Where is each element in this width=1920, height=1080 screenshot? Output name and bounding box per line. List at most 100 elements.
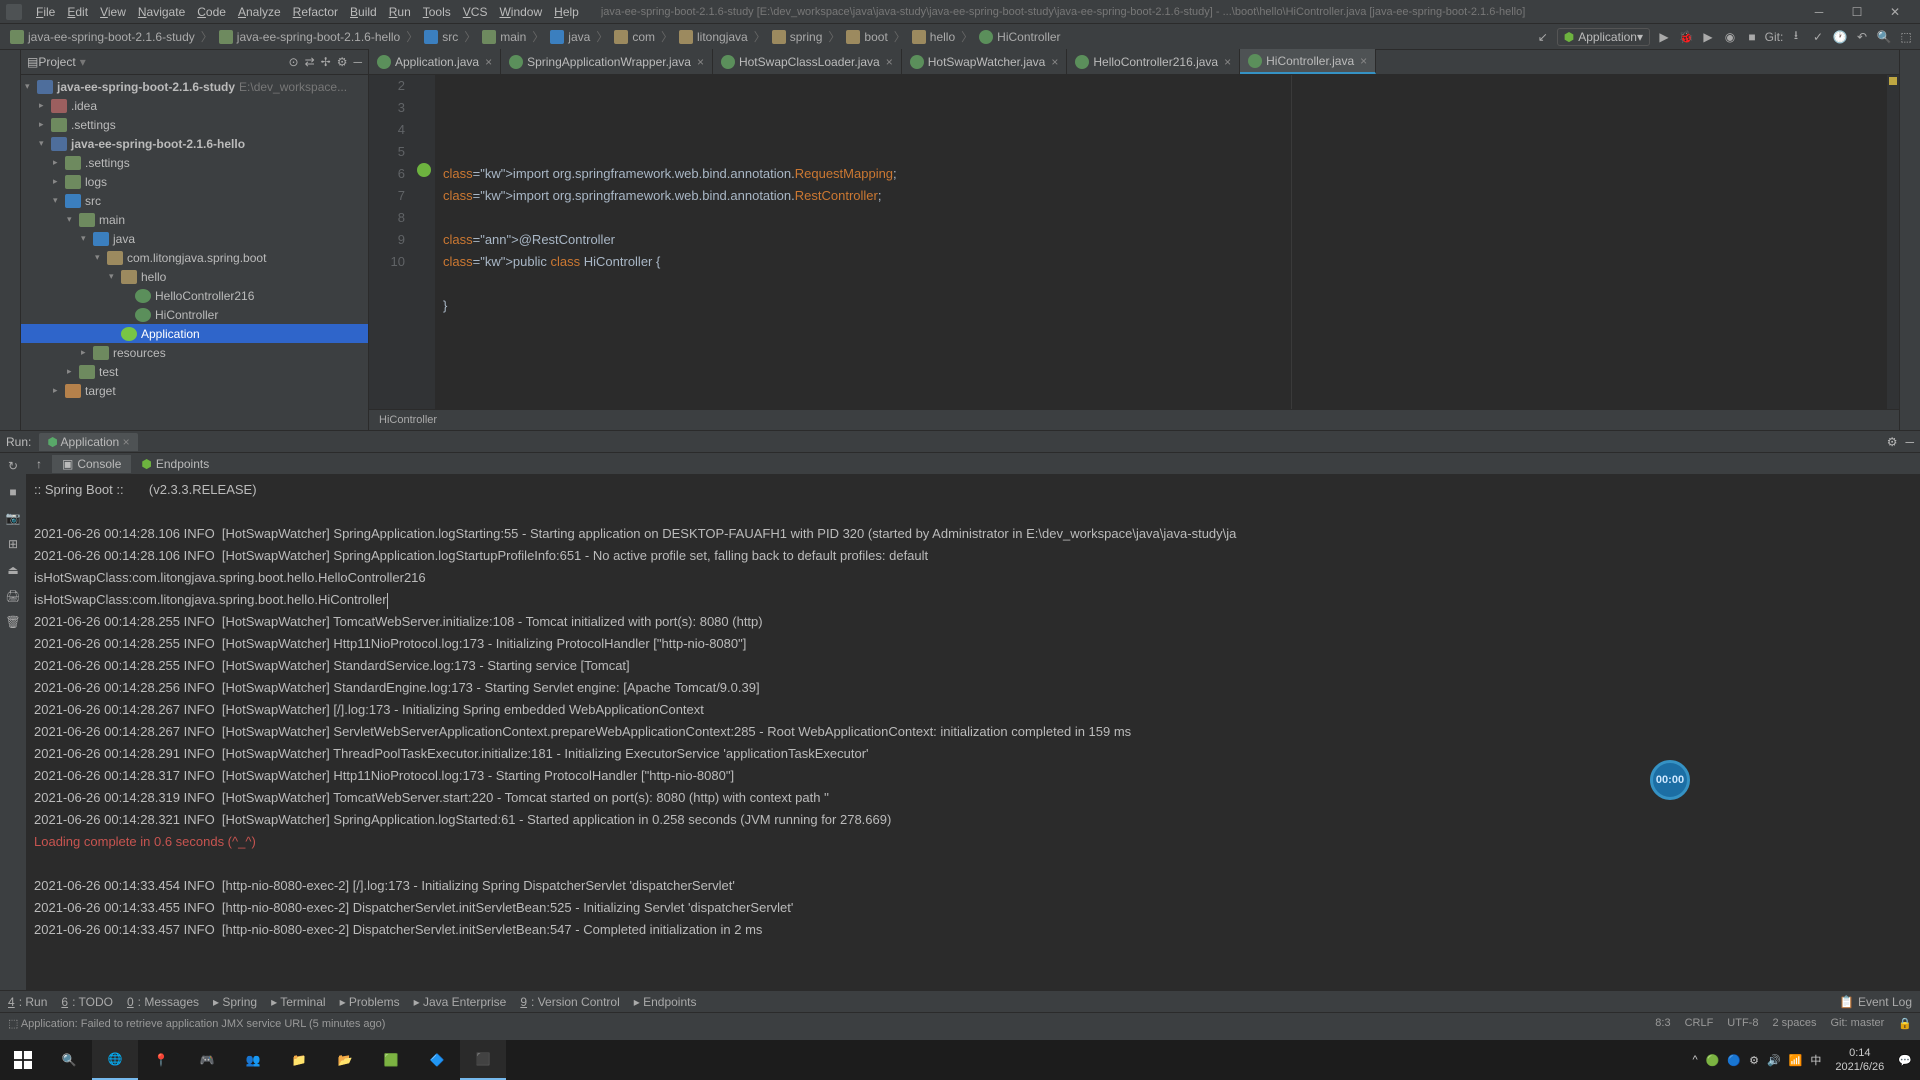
editor-tab-hellocontroller216-java[interactable]: HelloController216.java× — [1067, 49, 1240, 74]
breadcrumb-java-ee-spring-boot-2.1.6-study[interactable]: java-ee-spring-boot-2.1.6-study — [6, 30, 199, 44]
menu-navigate[interactable]: Navigate — [132, 5, 191, 19]
breadcrumb-hello[interactable]: hello — [908, 30, 959, 44]
minimize-button[interactable]: ─ — [1800, 5, 1838, 19]
breadcrumb-boot[interactable]: boot — [842, 30, 891, 44]
settings-icon[interactable]: ⚙ — [337, 55, 348, 69]
expand-arrow-icon[interactable]: ▾ — [25, 81, 37, 92]
menu-window[interactable]: Window — [493, 5, 548, 19]
close-button[interactable]: ✕ — [1876, 5, 1914, 19]
menu-edit[interactable]: Edit — [61, 5, 94, 19]
tree-node-hello[interactable]: ▾hello — [21, 267, 368, 286]
tray-ime-icon[interactable]: 中 — [1810, 1052, 1821, 1068]
expand-arrow-icon[interactable]: ▸ — [39, 119, 51, 130]
error-stripe[interactable] — [1887, 75, 1899, 409]
close-tab-icon[interactable]: × — [697, 55, 704, 69]
maximize-button[interactable]: ☐ — [1838, 5, 1876, 19]
line-separator[interactable]: CRLF — [1685, 1017, 1714, 1030]
expand-arrow-icon[interactable]: ▾ — [39, 138, 51, 149]
debug-button[interactable]: 🐞 — [1678, 29, 1694, 45]
close-tab-icon[interactable]: × — [485, 55, 492, 69]
toolwin-run[interactable]: 4: Run — [8, 995, 47, 1009]
run-configuration-selector[interactable]: ⬢ Application ▾ — [1557, 28, 1650, 46]
run-hide-icon[interactable]: ─ — [1905, 435, 1914, 449]
lock-icon[interactable]: 🔒 — [1898, 1017, 1912, 1030]
run-settings-icon[interactable]: ⚙ — [1887, 435, 1898, 449]
breadcrumb-main[interactable]: main — [478, 30, 530, 44]
project-tree[interactable]: ▾java-ee-spring-boot-2.1.6-studyE:\dev_w… — [21, 75, 368, 430]
editor-breadcrumb[interactable]: HiController — [369, 409, 1899, 430]
menu-file[interactable]: File — [30, 5, 61, 19]
console-output[interactable]: :: Spring Boot :: (v2.3.3.RELEASE) 2021-… — [26, 475, 1920, 990]
folder2-taskbar-icon[interactable]: 📂 — [322, 1040, 368, 1080]
expand-arrow-icon[interactable]: ▸ — [67, 366, 79, 377]
tree-node-com-litongjava-spring-boot[interactable]: ▾com.litongjava.spring.boot — [21, 248, 368, 267]
tree-node-java-ee-spring-boot-2-1-6-study[interactable]: ▾java-ee-spring-boot-2.1.6-studyE:\dev_w… — [21, 77, 368, 96]
git-update-icon[interactable]: ⭳ — [1788, 29, 1804, 45]
start-button[interactable] — [0, 1040, 46, 1080]
tree-node-application[interactable]: Application — [21, 324, 368, 343]
notifications-icon[interactable]: 💬 — [1898, 1054, 1912, 1067]
toolwin-java-enterprise[interactable]: ▸ Java Enterprise — [414, 995, 507, 1009]
tree-node-hicontroller[interactable]: HiController — [21, 305, 368, 324]
layout-icon[interactable]: ⊞ — [4, 535, 22, 553]
menu-code[interactable]: Code — [191, 5, 232, 19]
close-tab-icon[interactable]: × — [886, 55, 893, 69]
select-opened-file-icon[interactable]: ⊙ — [289, 55, 299, 69]
endpoints-tab[interactable]: ⬢Endpoints — [131, 455, 219, 473]
folder-taskbar-icon[interactable]: 📁 — [276, 1040, 322, 1080]
tree-node-resources[interactable]: ▸resources — [21, 343, 368, 362]
tray-icon2[interactable]: 🔵 — [1727, 1054, 1741, 1067]
breadcrumb-java[interactable]: java — [546, 30, 594, 44]
hide-icon[interactable]: ─ — [353, 55, 362, 69]
toolwin-todo[interactable]: 6: TODO — [61, 995, 113, 1009]
toolwin-messages[interactable]: 0: Messages — [127, 995, 199, 1009]
tree-node-src[interactable]: ▾src — [21, 191, 368, 210]
menu-build[interactable]: Build — [344, 5, 383, 19]
git-branch[interactable]: Git: master — [1831, 1017, 1885, 1030]
indent-setting[interactable]: 2 spaces — [1772, 1017, 1816, 1030]
tree-node--settings[interactable]: ▸.settings — [21, 115, 368, 134]
tray-network-icon[interactable]: 📶 — [1789, 1054, 1803, 1067]
breadcrumb-HiController[interactable]: HiController — [975, 30, 1064, 44]
toolwin-problems[interactable]: ▸ Problems — [340, 995, 400, 1009]
tree-node-target[interactable]: ▸target — [21, 381, 368, 400]
expand-arrow-icon[interactable]: ▸ — [53, 176, 65, 187]
tray-volume-icon[interactable]: 🔊 — [1767, 1054, 1781, 1067]
tree-node-test[interactable]: ▸test — [21, 362, 368, 381]
toolwin-terminal[interactable]: ▸ Terminal — [271, 995, 326, 1009]
breadcrumb-src[interactable]: src — [420, 30, 462, 44]
search-everywhere-icon[interactable]: 🔍 — [1876, 29, 1892, 45]
run-tab-application[interactable]: ⬢ Application × — [39, 433, 137, 451]
git-commit-icon[interactable]: ✓ — [1810, 29, 1826, 45]
expand-arrow-icon[interactable]: ▸ — [39, 100, 51, 111]
spring-gutter-icon[interactable] — [417, 163, 431, 177]
back-nav-icon[interactable]: ↙ — [1535, 29, 1551, 45]
file-encoding[interactable]: UTF-8 — [1727, 1017, 1758, 1030]
caret-position[interactable]: 8:3 — [1655, 1017, 1670, 1030]
run-button[interactable]: ▶ — [1656, 29, 1672, 45]
breadcrumb-java-ee-spring-boot-2.1.6-hello[interactable]: java-ee-spring-boot-2.1.6-hello — [215, 30, 404, 44]
stop-button[interactable]: ■ — [1744, 29, 1760, 45]
collapse-all-icon[interactable]: ✢ — [321, 55, 331, 69]
coverage-button[interactable]: ▶ — [1700, 29, 1716, 45]
git-history-icon[interactable]: 🕐 — [1832, 29, 1848, 45]
tray-overflow-icon[interactable]: ^ — [1693, 1054, 1698, 1066]
menu-analyze[interactable]: Analyze — [232, 5, 287, 19]
tray-icon3[interactable]: ⚙ — [1749, 1054, 1759, 1067]
menu-help[interactable]: Help — [548, 5, 585, 19]
menu-refactor[interactable]: Refactor — [287, 5, 344, 19]
close-tab-icon[interactable]: × — [1360, 54, 1367, 68]
close-tab-icon[interactable]: × — [1224, 55, 1231, 69]
app4-taskbar-icon[interactable]: 🔷 — [414, 1040, 460, 1080]
editor-tab-springapplicationwrapper-java[interactable]: SpringApplicationWrapper.java× — [501, 49, 713, 74]
event-log-button[interactable]: 📋 Event Log — [1839, 995, 1912, 1009]
menu-tools[interactable]: Tools — [417, 5, 457, 19]
toolwin-spring[interactable]: ▸ Spring — [213, 995, 257, 1009]
editor-tab-application-java[interactable]: Application.java× — [369, 49, 501, 74]
app3-taskbar-icon[interactable]: 🟩 — [368, 1040, 414, 1080]
menu-vcs[interactable]: VCS — [457, 5, 494, 19]
toolwin-version-control[interactable]: 9: Version Control — [520, 995, 619, 1009]
exit-icon[interactable]: ⏏ — [4, 561, 22, 579]
stop-run-button[interactable]: ■ — [4, 483, 22, 501]
expand-arrow-icon[interactable]: ▾ — [81, 233, 93, 244]
